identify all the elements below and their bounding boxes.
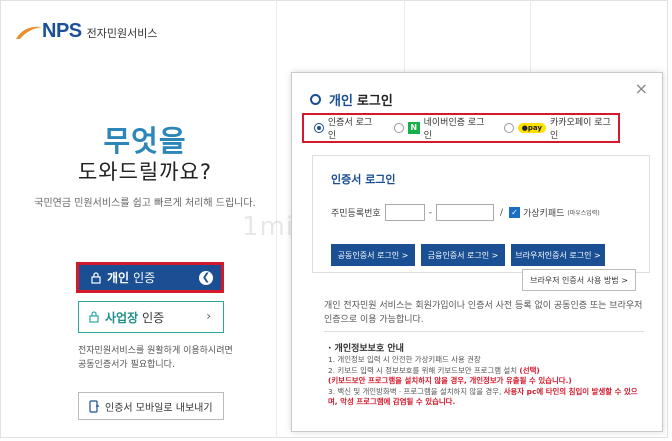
option-naver-login[interactable]: N 네이버인증 로그인 <box>393 115 492 141</box>
option-cert-login[interactable]: 인증서 로그인 <box>314 115 380 141</box>
certificate-notice: 전자민원서비스를 원활하게 이용하시려면 공동인증서가 필요합니다. <box>78 346 233 370</box>
business-auth-label: 인증 <box>142 310 165 325</box>
option-naver-label: 네이버인증 로그인 <box>423 118 485 141</box>
radio-selected[interactable] <box>314 123 324 133</box>
notice-item: 1. 개인정보 입력 시 안전한 가상키패드 사용 권장 <box>328 355 481 364</box>
notice-emphasis: (선택) <box>519 365 540 375</box>
panel-title: 인증서 로그인 <box>331 173 396 186</box>
service-description: 개인 전자민원 서비스는 회원가입이나 인증서 사전 등록 없이 공동인증 또는… <box>324 301 643 325</box>
privacy-notice-title: · 개인정보보호 안내 <box>328 344 404 354</box>
cert-login-buttons: 공동인증서 로그인 > 금융인증서 로그인 > 브라우저인증서 로그인 > <box>331 244 611 266</box>
personal-login-modal: × 개인 로그인 인증서 로그인 N 네이버인증 로그인 ●pay 카카오페이 … <box>291 72 663 432</box>
resident-number-row: 주민등록번호 - / ✓ 가상키패드 (마우스입력) <box>331 204 600 221</box>
chevron-left-icon: ❮ <box>199 271 213 285</box>
naver-icon: N <box>407 122 420 134</box>
dash-separator: - <box>428 207 432 218</box>
notice-text: 3. 백신 및 개인방화벽 · 프로그램을 설치하지 않을 경우, <box>328 386 504 396</box>
notice-item: 3. 백신 및 개인방화벽 · 프로그램을 설치하지 않을 경우, 사용자 pc… <box>328 387 646 408</box>
business-auth-label-bold: 사업장 <box>105 310 139 325</box>
option-kakao-label: 카카오페이 로그인 <box>549 118 611 141</box>
notice-item: 2. 키보드 입력 시 정보보호를 위해 키보드보안 프로그램 설치 (선택) <box>328 366 646 377</box>
personal-auth-label: 인증 <box>133 271 156 285</box>
modal-title: 개인 로그인 <box>310 90 393 109</box>
joint-cert-login-button[interactable]: 공동인증서 로그인 > <box>331 244 415 266</box>
bullet-circle-icon <box>310 94 321 105</box>
hero-caption: 국민연금 민원서비스를 쉽고 빠르게 처리해 드립니다. <box>34 198 256 209</box>
close-icon[interactable]: × <box>635 79 648 98</box>
radio-unselected[interactable] <box>393 123 404 133</box>
notice-warning: (키보드보안 프로그램을 설치하지 않을 경우, 개인정보가 유출될 수 있습니… <box>328 376 572 385</box>
privacy-notice-list: 1. 개인정보 입력 시 안전한 가상키패드 사용 권장 2. 키보드 입력 시… <box>328 355 646 408</box>
background-divider <box>530 0 531 80</box>
export-cert-label: 인증서 모바일로 내보내기 <box>105 402 213 414</box>
personal-auth-label-bold: 개인 <box>107 271 130 285</box>
hero-heading: 무엇을 <box>103 124 187 158</box>
lock-icon <box>89 311 99 323</box>
option-cert-label: 인증서 로그인 <box>327 118 373 141</box>
export-cert-mobile-button[interactable]: 인증서 모바일로 내보내기 <box>78 392 224 420</box>
site-logo[interactable]: NPS 전자민원서비스 <box>14 20 157 43</box>
financial-cert-login-button[interactable]: 금융인증서 로그인 > <box>421 244 505 266</box>
kakaopay-icon: ●pay <box>517 123 546 133</box>
checkbox-checked-icon[interactable]: ✓ <box>508 207 520 218</box>
virtual-keypad-hint: (마우스입력) <box>567 210 600 217</box>
background-divider <box>404 0 405 80</box>
personal-auth-button[interactable]: 개인 인증 ❮ <box>76 262 224 293</box>
notice-text: 2. 키보드 입력 시 정보보호를 위해 키보드보안 프로그램 설치 <box>328 365 520 375</box>
lock-icon <box>91 271 101 284</box>
modal-title-text: 로그인 <box>356 94 393 109</box>
mobile-phone-icon <box>89 399 99 413</box>
service-name: 전자민원서비스 <box>86 26 158 40</box>
radio-unselected[interactable] <box>503 123 514 133</box>
browser-cert-login-button[interactable]: 브라우저인증서 로그인 > <box>511 244 605 266</box>
divider <box>324 331 644 332</box>
hero-subheading: 도와드릴까요? <box>77 160 213 184</box>
option-kakao-login[interactable]: ●pay 카카오페이 로그인 <box>503 115 618 141</box>
slash-separator: / <box>499 207 503 218</box>
virtual-keypad-label: 가상키패드 <box>522 209 565 219</box>
modal-title-highlight: 개인 <box>329 94 353 109</box>
chevron-right-icon: › <box>206 309 211 323</box>
login-method-options: 인증서 로그인 N 네이버인증 로그인 ●pay 카카오페이 로그인 <box>302 113 620 143</box>
logo-text: NPS <box>42 20 82 42</box>
resident-number-front-input[interactable] <box>384 204 425 221</box>
resident-number-back-input[interactable] <box>435 204 494 221</box>
cert-login-panel: 인증서 로그인 주민등록번호 - / ✓ 가상키패드 (마우스입력) 공동인증서… <box>312 155 650 273</box>
nps-swoosh-icon <box>16 26 42 39</box>
business-auth-button[interactable]: 사업장 인증 › <box>78 301 224 333</box>
resident-number-label: 주민등록번호 <box>331 209 381 219</box>
browser-cert-guide-button[interactable]: 브라우저 인증서 사용 방법 > <box>522 269 636 291</box>
